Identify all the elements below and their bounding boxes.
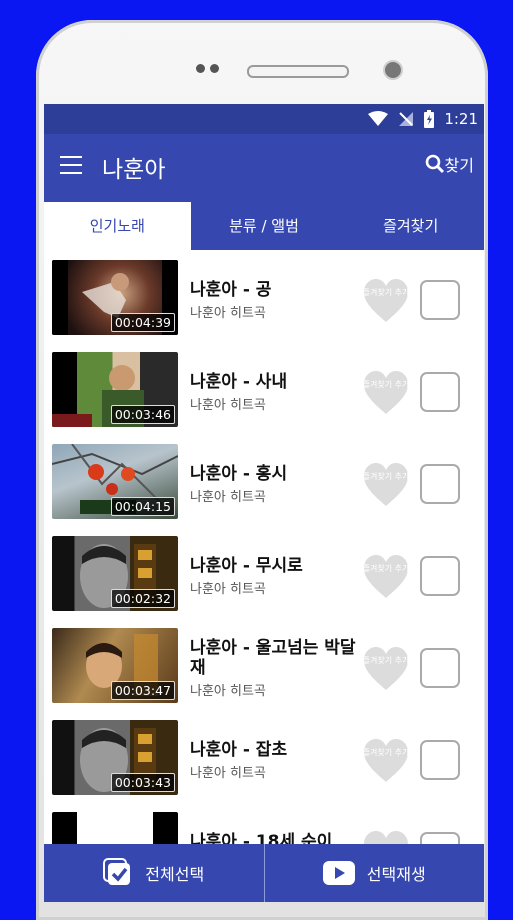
heart-icon <box>364 555 408 598</box>
song-subtitle: 나훈아 히트곡 <box>190 490 266 505</box>
video-thumbnail[interactable]: 00:04:15 <box>52 444 178 519</box>
heart-icon <box>364 463 408 506</box>
favorite-heart-button[interactable]: 즐겨찾기 추가 <box>362 370 410 416</box>
duration-badge: 00:03:43 <box>110 773 175 792</box>
bottom-action-bar: 전체선택 선택재생 <box>44 844 484 902</box>
no-signal-icon <box>399 112 414 126</box>
status-bar: 1:21 <box>44 104 484 134</box>
select-checkbox[interactable] <box>420 280 460 320</box>
select-checkbox[interactable] <box>420 648 460 688</box>
favorite-label: 즐겨찾기 추가 <box>362 472 410 481</box>
status-time: 1:21 <box>444 110 478 128</box>
search-button[interactable]: 찾기 <box>425 152 474 176</box>
song-title: 나훈아 - 무시로 <box>190 556 303 576</box>
list-item[interactable]: 00:03:43 나훈아 - 잡초 나훈아 히트곡 즐겨찾기 추가 <box>44 710 484 802</box>
speaker-grill <box>247 65 349 78</box>
select-all-button[interactable]: 전체선택 <box>44 844 264 902</box>
list-item[interactable]: 00:04:15 나훈아 - 홍시 나훈아 히트곡 즐겨찾기 추가 <box>44 434 484 526</box>
front-camera <box>383 60 403 80</box>
song-title: 나훈아 - 잡초 <box>190 740 288 760</box>
select-checkbox[interactable] <box>420 464 460 504</box>
search-label: 찾기 <box>444 156 474 175</box>
select-checkbox[interactable] <box>420 372 460 412</box>
duration-badge: 00:03:47 <box>110 681 175 700</box>
favorite-label: 즐겨찾기 추가 <box>362 380 410 389</box>
song-title: 나훈아 - 공 <box>190 280 272 300</box>
heart-icon <box>364 647 408 690</box>
tab-favorites[interactable]: 즐겨찾기 <box>337 202 484 250</box>
song-subtitle: 나훈아 히트곡 <box>190 306 266 321</box>
tab-bar: 인기노래 분류 / 앨범 즐겨찾기 <box>44 202 484 250</box>
video-thumbnail[interactable]: 00:02:32 <box>52 536 178 611</box>
list-item[interactable]: 00:03:47 나훈아 - 울고넘는 박달재 나훈아 히트곡 즐겨찾기 추가 <box>44 618 484 710</box>
duration-badge: 00:04:39 <box>110 313 175 332</box>
play-selected-button[interactable]: 선택재생 <box>263 844 485 902</box>
song-subtitle: 나훈아 히트곡 <box>190 684 266 699</box>
play-selected-label: 선택재생 <box>366 865 426 884</box>
video-thumbnail[interactable]: 00:04:39 <box>52 260 178 335</box>
select-checkbox[interactable] <box>420 556 460 596</box>
favorite-label: 즐겨찾기 추가 <box>362 564 410 573</box>
song-title: 나훈아 - 홍시 <box>190 464 288 484</box>
select-all-label: 전체선택 <box>145 865 205 884</box>
song-title: 나훈아 - 사내 <box>190 372 288 392</box>
favorite-label: 즐겨찾기 추가 <box>362 748 410 757</box>
hamburger-menu-icon[interactable] <box>60 156 82 174</box>
play-icon <box>322 861 355 885</box>
song-title: 나훈아 - 울고넘는 박달재 <box>190 638 356 678</box>
favorite-label: 즐겨찾기 추가 <box>362 288 410 297</box>
heart-icon <box>364 739 408 782</box>
favorite-heart-button[interactable]: 즐겨찾기 추가 <box>362 462 410 508</box>
select-checkbox[interactable] <box>420 740 460 780</box>
list-item[interactable]: 00:02:32 나훈아 - 무시로 나훈아 히트곡 즐겨찾기 추가 <box>44 526 484 618</box>
favorite-label: 즐겨찾기 추가 <box>362 656 410 665</box>
duration-badge: 00:04:15 <box>110 497 175 516</box>
favorite-heart-button[interactable]: 즐겨찾기 추가 <box>362 738 410 784</box>
favorite-heart-button[interactable]: 즐겨찾기 추가 <box>362 554 410 600</box>
tab-category-album[interactable]: 분류 / 앨범 <box>191 202 338 250</box>
video-thumbnail[interactable]: 00:03:47 <box>52 628 178 703</box>
app-screen: 1:21 나훈아 찾기 인기노래 분류 / 앨범 즐겨찾기 00:04:39 나… <box>44 104 484 902</box>
video-thumbnail[interactable]: 00:03:46 <box>52 352 178 427</box>
song-subtitle: 나훈아 히트곡 <box>190 766 266 781</box>
checkbox-checked-icon <box>103 858 131 885</box>
favorite-heart-button[interactable]: 즐겨찾기 추가 <box>362 646 410 692</box>
duration-badge: 00:03:46 <box>110 405 175 424</box>
heart-icon <box>364 279 408 322</box>
tab-popular[interactable]: 인기노래 <box>44 202 191 250</box>
favorite-heart-button[interactable]: 즐겨찾기 추가 <box>362 278 410 324</box>
battery-icon <box>424 110 435 128</box>
duration-badge: 00:02:32 <box>110 589 175 608</box>
app-title: 나훈아 <box>102 157 166 183</box>
song-subtitle: 나훈아 히트곡 <box>190 398 266 413</box>
heart-icon <box>364 371 408 414</box>
song-subtitle: 나훈아 히트곡 <box>190 582 266 597</box>
list-item[interactable]: 00:03:46 나훈아 - 사내 나훈아 히트곡 즐겨찾기 추가 <box>44 342 484 434</box>
wifi-icon <box>368 111 389 126</box>
list-item[interactable]: 00:04:39 나훈아 - 공 나훈아 히트곡 즐겨찾기 추가 <box>44 250 484 342</box>
search-icon <box>425 154 444 174</box>
song-list: 00:04:39 나훈아 - 공 나훈아 히트곡 즐겨찾기 추가 00:03:4… <box>44 250 484 887</box>
video-thumbnail[interactable]: 00:03:43 <box>52 720 178 795</box>
sensor-dots <box>196 64 219 73</box>
app-bar: 나훈아 찾기 <box>44 134 484 202</box>
